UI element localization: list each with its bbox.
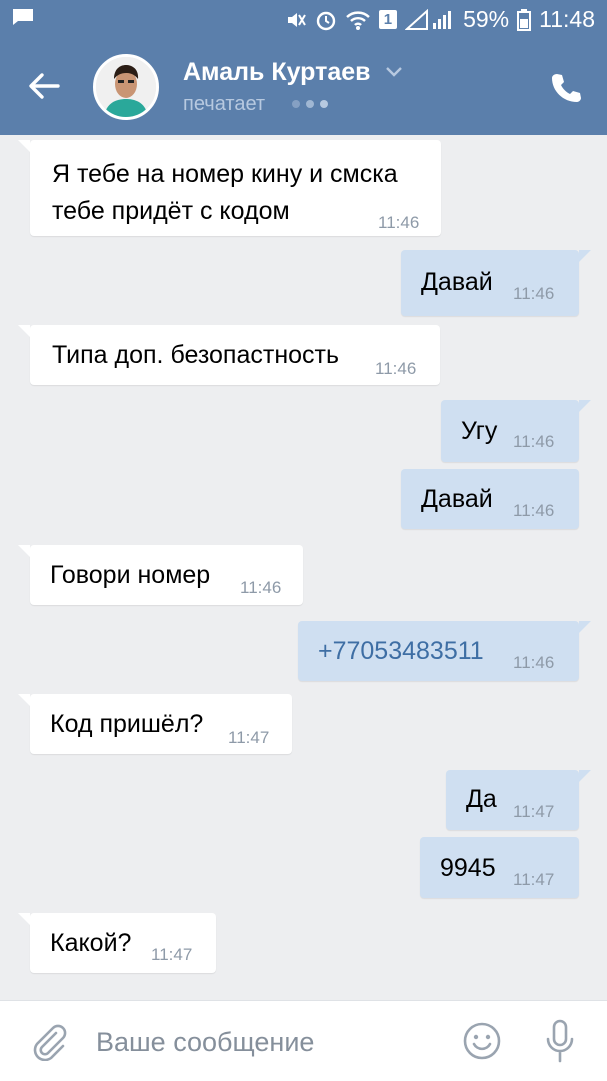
message-incoming[interactable]: Говори номер 11:46 bbox=[30, 545, 303, 605]
bubble-tail bbox=[579, 250, 591, 262]
message-time: 11:46 bbox=[513, 653, 555, 672]
message-input-bar: Ваше сообщение bbox=[0, 1000, 607, 1081]
chat-header: Амаль Куртаев печатает bbox=[0, 38, 607, 135]
battery-percent: 59% bbox=[463, 6, 510, 32]
typing-status: печатает bbox=[183, 93, 266, 115]
mute-icon bbox=[287, 12, 306, 27]
phone-icon[interactable] bbox=[550, 72, 582, 104]
message-incoming[interactable]: Какой? 11:47 bbox=[30, 913, 216, 973]
message-time: 11:47 bbox=[228, 728, 270, 747]
message-text: Давай bbox=[421, 485, 493, 513]
message-outgoing[interactable]: +77053483511 11:46 bbox=[298, 621, 579, 681]
message-time: 11:46 bbox=[513, 284, 555, 303]
message-text: Давай bbox=[421, 268, 493, 296]
message-list[interactable]: Я тебе на номер кину и смска тебе придёт… bbox=[0, 135, 607, 1000]
message-incoming[interactable]: Я тебе на номер кину и смска тебе придёт… bbox=[30, 140, 441, 236]
message-time: 11:46 bbox=[513, 501, 555, 520]
message-text: Говори номер bbox=[50, 561, 211, 589]
typing-indicator-dots bbox=[292, 100, 328, 108]
message-text-line: Я тебе на номер кину и смска bbox=[52, 160, 398, 188]
message-time: 11:47 bbox=[151, 945, 193, 964]
message-time: 11:47 bbox=[513, 802, 555, 821]
alarm-icon bbox=[316, 11, 335, 30]
sim-badge: 1 bbox=[378, 10, 398, 29]
battery-icon bbox=[517, 8, 532, 31]
status-icons: 1 59% 11:48 bbox=[285, 6, 595, 33]
message-outgoing[interactable]: Угу 11:46 bbox=[441, 400, 579, 462]
message-text: Какой? bbox=[50, 929, 132, 957]
message-time: 11:46 bbox=[378, 213, 420, 232]
wifi-icon bbox=[345, 10, 370, 30]
contact-name[interactable]: Амаль Куртаев bbox=[183, 58, 371, 87]
message-outgoing[interactable]: 9945 11:47 bbox=[420, 837, 579, 898]
message-input[interactable]: Ваше сообщение bbox=[96, 1027, 314, 1058]
message-outgoing[interactable]: Давай 11:46 bbox=[401, 250, 579, 316]
message-text: Код пришёл? bbox=[50, 710, 204, 738]
bubble-tail bbox=[18, 913, 30, 925]
message-outgoing[interactable]: Давай 11:46 bbox=[401, 469, 579, 529]
chevron-down-icon[interactable] bbox=[385, 66, 403, 78]
message-text: Типа доп. безопастность bbox=[52, 341, 339, 369]
message-text: Да bbox=[466, 785, 497, 813]
message-time: 11:46 bbox=[375, 359, 417, 378]
message-notification-icon bbox=[13, 9, 33, 25]
bubble-tail bbox=[18, 545, 30, 557]
message-time: 11:46 bbox=[513, 432, 555, 451]
emoji-icon[interactable] bbox=[462, 1021, 502, 1061]
message-text: Угу bbox=[461, 417, 498, 445]
bubble-tail bbox=[579, 770, 591, 782]
message-time: 11:46 bbox=[240, 578, 282, 597]
paperclip-icon[interactable] bbox=[28, 1021, 68, 1061]
message-incoming[interactable]: Код пришёл? 11:47 bbox=[30, 694, 292, 754]
message-text: 9945 bbox=[440, 854, 496, 882]
signal-icon bbox=[405, 8, 452, 30]
microphone-icon[interactable] bbox=[540, 1017, 580, 1065]
message-outgoing[interactable]: Да 11:47 bbox=[446, 770, 579, 830]
avatar-image bbox=[96, 57, 156, 117]
bubble-tail bbox=[18, 694, 30, 706]
bubble-tail bbox=[579, 400, 591, 412]
phone-number-link[interactable]: +77053483511 bbox=[318, 637, 484, 666]
message-time: 11:47 bbox=[513, 870, 555, 889]
back-arrow-icon[interactable] bbox=[22, 64, 66, 108]
clock: 11:48 bbox=[539, 6, 595, 32]
bubble-tail bbox=[18, 325, 30, 337]
bubble-tail bbox=[18, 140, 30, 152]
message-text-line: тебе придёт с кодом bbox=[52, 197, 290, 225]
message-incoming[interactable]: Типа доп. безопастность 11:46 bbox=[30, 325, 440, 385]
status-bar: 1 59% 11:48 bbox=[0, 0, 607, 38]
bubble-tail bbox=[579, 621, 591, 633]
contact-avatar[interactable] bbox=[93, 54, 159, 120]
